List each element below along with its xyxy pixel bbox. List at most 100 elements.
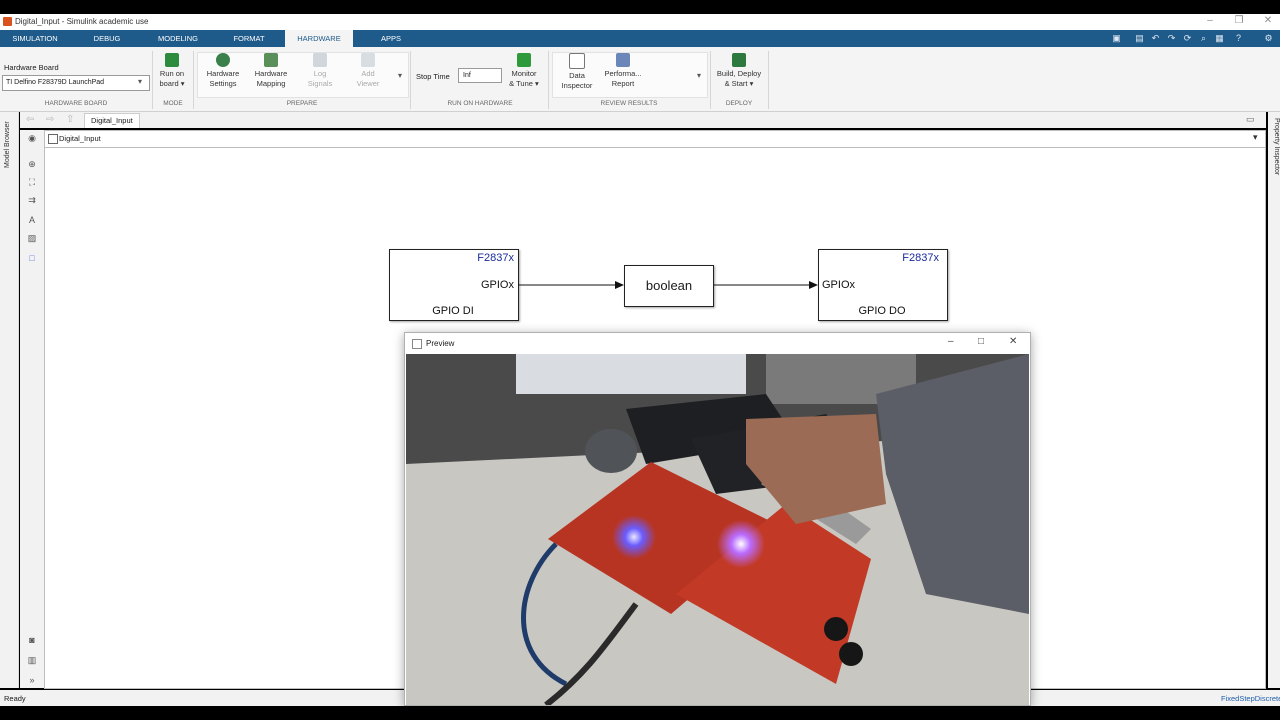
separator [410, 51, 411, 109]
minimize-icon[interactable]: – [1200, 15, 1220, 26]
hardware-mapping-button[interactable]: Hardware Mapping [248, 53, 294, 89]
area-icon[interactable]: □ [26, 252, 38, 264]
section-label-review-results: REVIEW RESULTS [600, 100, 658, 107]
performance-report-label: Performa... Report [604, 69, 642, 88]
gpio-do-header: F2837x [902, 252, 939, 264]
stop-time-input[interactable]: Inf [458, 68, 502, 83]
help-icon[interactable]: ? [1232, 32, 1245, 45]
tab-simulation[interactable]: SIMULATION [0, 30, 70, 47]
arrow-icon[interactable]: ⇉ [26, 194, 38, 206]
dock-icon[interactable]: ▣ [1110, 32, 1123, 45]
editor-nav-bar: ⇦ ⇨ ⇧ Digital_Input ▭ [20, 112, 1266, 128]
separator [548, 51, 549, 109]
up-icon[interactable]: ⇧ [66, 114, 74, 125]
model-explorer-icon[interactable]: ◉ [26, 132, 38, 144]
search-icon[interactable]: ⌕ [1197, 32, 1210, 45]
fit-view-icon[interactable]: ⛶ [26, 176, 38, 188]
hardware-board-value: TI Delfino F28379D LaunchPad [6, 79, 105, 86]
section-label-mode: MODE [163, 100, 183, 107]
maximize-icon[interactable]: □ [978, 336, 984, 347]
data-type-conversion-block[interactable]: boolean [624, 265, 714, 307]
preview-title-bar[interactable]: Preview – □ ✕ [405, 333, 1030, 354]
knob-1 [824, 617, 848, 641]
run-on-board-button[interactable]: Run on board ▾ [154, 53, 190, 89]
stop-time-value: Inf [463, 72, 471, 79]
hide-panels-icon[interactable]: ▭ [1246, 114, 1255, 125]
refresh-icon[interactable]: ⟳ [1181, 32, 1194, 45]
log-signals-button[interactable]: Log Signals [298, 53, 342, 89]
save-icon[interactable]: ▤ [1133, 32, 1146, 45]
annotation-icon[interactable]: A [26, 214, 38, 226]
build-deploy-start-button[interactable]: Build, Deploy & Start ▾ [712, 53, 766, 89]
build-deploy-start-label: Build, Deploy & Start [716, 69, 762, 88]
toolstrip-tabs: SIMULATION DEBUG MODELING FORMAT HARDWAR… [0, 30, 1280, 47]
editor-tab-label: Digital_Input [91, 116, 133, 125]
speaker [585, 429, 637, 473]
restore-icon[interactable]: ❐ [1229, 15, 1249, 26]
monitor-tune-button[interactable]: Monitor & Tune ▾ [504, 53, 544, 89]
data-inspector-icon [569, 53, 585, 69]
address-bar[interactable]: Digital_Input ▾ [44, 130, 1266, 148]
address-path: Digital_Input [59, 134, 101, 143]
led-blue [612, 515, 656, 559]
report-icon [616, 53, 630, 67]
model-icon [48, 134, 58, 144]
hardware-board-select[interactable]: TI Delfino F28379D LaunchPad ▾ [2, 75, 150, 91]
gpio-do-name: GPIO DO [858, 305, 906, 317]
model-browser-panel[interactable]: Model Browser [0, 112, 19, 688]
back-icon[interactable]: ⇦ [26, 114, 34, 125]
hardware-settings-button[interactable]: Hardware Settings [200, 53, 246, 89]
caret-down-icon: ▾ [532, 79, 539, 88]
camera-frame [406, 354, 1029, 705]
zoom-icon[interactable]: ⊕ [26, 158, 38, 170]
tab-hardware[interactable]: HARDWARE [285, 30, 353, 47]
undo-icon[interactable]: ↶ [1149, 32, 1162, 45]
tab-format[interactable]: FORMAT [214, 30, 284, 47]
close-icon[interactable]: ✕ [1009, 336, 1017, 347]
minimize-icon[interactable]: – [948, 336, 954, 347]
tab-debug[interactable]: DEBUG [72, 30, 142, 47]
preview-title: Preview [426, 339, 455, 348]
property-inspector-panel[interactable]: Property Inspector [1268, 112, 1280, 688]
gear-icon [216, 53, 230, 67]
redo-icon[interactable]: ↷ [1165, 32, 1178, 45]
preview-window[interactable]: Preview – □ ✕ [404, 332, 1031, 706]
gallery-expand-icon[interactable]: ▾ [697, 71, 701, 80]
window-title: Digital_Input - Simulink academic use [15, 17, 149, 26]
chevron-down-icon[interactable]: ▾ [1253, 132, 1258, 143]
tab-apps[interactable]: APPS [356, 30, 426, 47]
hardware-board-label: Hardware Board [4, 63, 59, 72]
palette-toolbar: ◉ ⊕ ⛶ ⇉ A ▨ □ ◙ ▥ » [20, 130, 44, 688]
toolstrip: Hardware Board TI Delfino F28379D Launch… [0, 47, 1280, 112]
tab-modeling[interactable]: MODELING [142, 30, 214, 47]
property-inspector-label: Property Inspector [1273, 118, 1280, 176]
property-icon[interactable]: ▥ [26, 654, 38, 666]
gpio-do-port: GPIOx [822, 279, 856, 291]
add-viewer-button[interactable]: Add Viewer [346, 53, 390, 89]
section-label-prepare: PREPARE [286, 100, 318, 107]
solver-link[interactable]: FixedStepDiscrete [1221, 694, 1280, 703]
stop-time-label: Stop Time [416, 72, 450, 81]
conversion-label: boolean [645, 278, 693, 293]
led-purple [717, 520, 765, 568]
caret-down-icon: ▾ [747, 79, 754, 88]
close-icon[interactable]: ✕ [1258, 15, 1278, 26]
image-icon[interactable]: ▨ [26, 232, 38, 244]
expand-icon[interactable]: » [26, 674, 38, 686]
deploy-icon [732, 53, 746, 67]
camera-icon[interactable]: ◙ [26, 634, 38, 646]
separator [710, 51, 711, 109]
hardware-mapping-label: Hardware Mapping [254, 69, 288, 88]
mapping-icon [264, 53, 278, 67]
knob-2 [839, 642, 863, 666]
gallery-expand-icon[interactable]: ▾ [398, 71, 402, 80]
performance-report-button[interactable]: Performa... Report [600, 53, 646, 89]
editor-tab[interactable]: Digital_Input [84, 113, 140, 128]
layout-icon[interactable]: ▦ [1213, 32, 1226, 45]
model-browser-label: Model Browser [4, 121, 11, 168]
options-icon[interactable]: ⚙ [1262, 32, 1275, 45]
data-inspector-button[interactable]: Data Inspector [556, 53, 598, 91]
arrowhead-1 [615, 281, 624, 289]
forward-icon[interactable]: ⇨ [46, 114, 54, 125]
window-title-bar: Digital_Input - Simulink academic use – … [0, 14, 1280, 30]
